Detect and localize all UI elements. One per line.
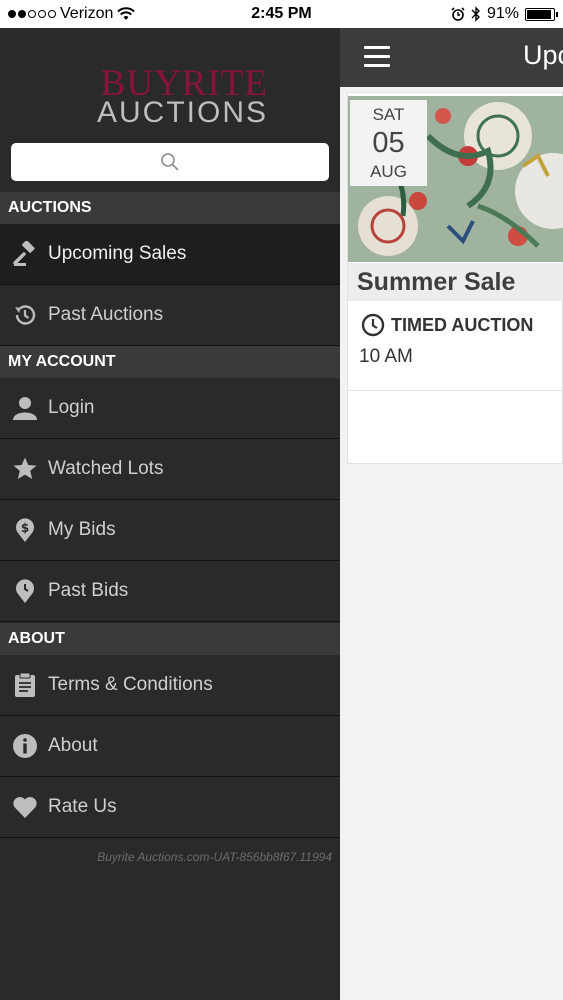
buyrite-logo: BUYRITE AUCTIONS	[0, 28, 340, 138]
auction-type-label: TIMED AUCTION	[391, 314, 534, 335]
menu-item-past-bids[interactable]: Past Bids	[0, 561, 340, 622]
history-icon	[12, 302, 38, 328]
date-month: AUG	[370, 162, 407, 181]
auction-type: TIMED AUCTION	[361, 313, 533, 337]
menu-item-upcoming-sales[interactable]: Upcoming Sales	[0, 224, 340, 285]
menu-item-label: Past Auctions	[48, 304, 164, 325]
menu-item-label: About	[48, 735, 98, 756]
auction-date-badge: SAT 05 AUG	[350, 100, 427, 186]
menu-item-my-bids[interactable]: $ My Bids	[0, 500, 340, 561]
clock-pin-icon	[12, 578, 38, 604]
side-drawer: BUYRITE AUCTIONS AUCTIONS Upcoming Sales	[0, 28, 340, 1000]
menu-item-label: Terms & Conditions	[48, 674, 213, 695]
date-weekday: SAT	[372, 105, 405, 124]
menu-item-label: Upcoming Sales	[48, 243, 187, 264]
menu-item-about[interactable]: About	[0, 716, 340, 777]
section-header-my-account: MY ACCOUNT	[0, 346, 340, 378]
heart-icon	[12, 794, 38, 820]
svg-text:$: $	[21, 521, 29, 535]
menu-item-label: Past Bids	[48, 580, 129, 601]
battery-icon	[525, 7, 558, 21]
menu-item-watched-lots[interactable]: Watched Lots	[0, 439, 340, 500]
auction-card[interactable]: SAT 05 AUG Summer Sale TIMED AUCTION 10 …	[347, 92, 563, 464]
clock-icon	[361, 313, 385, 337]
menu-item-label: Watched Lots	[48, 458, 164, 479]
menu-item-label: Rate Us	[48, 796, 117, 817]
user-icon	[12, 395, 38, 421]
hamburger-menu-icon[interactable]	[364, 46, 390, 68]
battery-percent: 91%	[486, 5, 519, 22]
section-header-about: ABOUT	[0, 623, 340, 655]
status-right: 91%	[451, 5, 558, 23]
section-header-auctions: AUCTIONS	[0, 192, 340, 224]
auction-time: 10 AM	[359, 346, 413, 367]
page-title: Upcoming Sales	[523, 40, 563, 70]
auction-image: SAT 05 AUG	[348, 96, 563, 262]
status-bar: Verizon 2:45 PM 91%	[0, 0, 563, 28]
info-icon	[12, 733, 38, 759]
menu-item-label: Login	[48, 397, 95, 418]
auction-title: Summer Sale	[348, 263, 563, 301]
alarm-icon	[451, 7, 465, 21]
card-divider	[348, 390, 563, 391]
app-version-label: Buyrite Auctions.com-UAT-856bb8f67.11994	[97, 850, 332, 864]
menu-item-past-auctions[interactable]: Past Auctions	[0, 285, 340, 346]
search-input[interactable]	[11, 143, 329, 181]
top-nav-bar: Upcoming Sales	[340, 28, 563, 87]
search-icon	[161, 153, 179, 171]
star-icon	[12, 456, 38, 482]
dollar-pin-icon: $	[12, 517, 38, 543]
date-day: 05	[372, 127, 405, 159]
menu-item-terms[interactable]: Terms & Conditions	[0, 655, 340, 716]
main-panel: Upcoming Sales	[340, 28, 563, 1000]
bluetooth-icon	[471, 6, 480, 22]
menu-item-rate-us[interactable]: Rate Us	[0, 777, 340, 838]
logo-line2: AUCTIONS	[96, 96, 268, 129]
clipboard-icon	[12, 672, 38, 698]
menu-item-login[interactable]: Login	[0, 378, 340, 439]
gavel-icon	[12, 241, 38, 267]
menu-item-label: My Bids	[48, 519, 116, 540]
